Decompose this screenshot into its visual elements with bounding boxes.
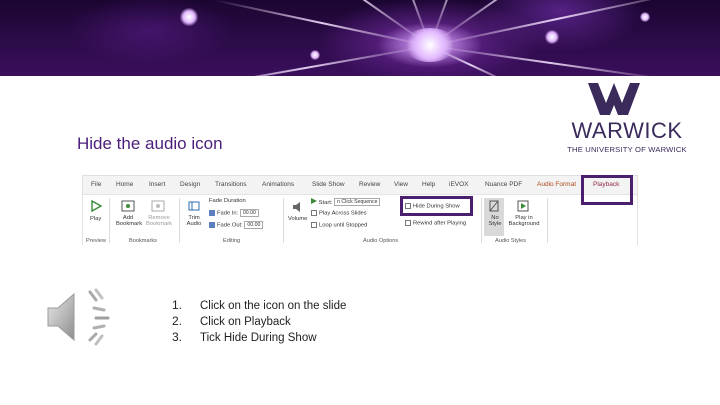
- fade-out-input[interactable]: 00.00: [244, 221, 264, 229]
- start-icon: [311, 198, 317, 204]
- ribbon-screenshot: File Home Insert Design Transitions Anim…: [82, 175, 638, 246]
- light-spot: [640, 12, 650, 22]
- tab-animations[interactable]: Animations: [262, 181, 294, 188]
- header-banner: [0, 0, 720, 76]
- fade-in-input[interactable]: 00.00: [239, 209, 259, 217]
- logo-wordmark: WARWICK: [571, 118, 683, 143]
- play-button-label[interactable]: Play: [90, 216, 101, 222]
- slide-title: Hide the audio icon: [77, 134, 223, 153]
- rewind-after-playing-checkbox[interactable]: Rewind after Playing: [405, 220, 466, 227]
- group-label-audio-options: Audio Options: [363, 238, 399, 244]
- light-flare: [404, 28, 456, 62]
- group-separator: [481, 198, 482, 243]
- tab-view[interactable]: View: [394, 181, 408, 188]
- tab-file[interactable]: File: [91, 181, 101, 188]
- remove-bookmark-button[interactable]: Remove Bookmark: [143, 215, 175, 227]
- light-ray: [183, 45, 431, 76]
- tab-ievox[interactable]: iEVOX: [449, 181, 469, 188]
- volume-icon[interactable]: [291, 200, 305, 214]
- tab-help[interactable]: Help: [422, 181, 435, 188]
- light-spot: [180, 8, 198, 26]
- group-label-bookmarks: Bookmarks: [129, 238, 157, 244]
- list-item: 3. Tick Hide During Show: [172, 330, 317, 344]
- group-label-preview: Preview: [86, 238, 106, 244]
- volume-button[interactable]: Volume: [288, 216, 307, 222]
- tab-audio-format[interactable]: Audio Format: [537, 181, 576, 188]
- group-separator: [547, 198, 548, 243]
- ribbon-tabs: File Home Insert Design Transitions Anim…: [83, 176, 637, 194]
- start-row: Start: n Click Sequence: [311, 198, 381, 207]
- tab-slide-show[interactable]: Slide Show: [312, 181, 345, 188]
- fade-out-row: Fade Out: 00.00: [209, 221, 264, 229]
- play-in-background-button[interactable]: Play in Background: [507, 215, 541, 227]
- list-item: 1. Click on the icon on the slide: [172, 298, 347, 312]
- play-across-slides-checkbox[interactable]: Play Across Slides: [311, 210, 367, 217]
- tab-design[interactable]: Design: [180, 181, 200, 188]
- playback-tab-highlight: [581, 175, 633, 205]
- light-spot: [545, 30, 559, 44]
- tab-insert[interactable]: Insert: [149, 181, 165, 188]
- warwick-logo-mark: [588, 83, 640, 115]
- no-style-icon[interactable]: [487, 199, 501, 213]
- add-bookmark-button[interactable]: Add Bookmark: [116, 215, 142, 227]
- trim-audio-icon[interactable]: [187, 199, 201, 213]
- light-spot: [310, 50, 320, 60]
- loop-until-stopped-checkbox[interactable]: Loop until Stopped: [311, 222, 367, 229]
- no-style-button[interactable]: No Style: [486, 215, 504, 227]
- trim-audio-button[interactable]: Trim Audio: [184, 215, 204, 227]
- ribbon-commands: Play Preview Add Bookmark Remove Bookmar…: [83, 194, 637, 246]
- fade-in-row: Fade In: 00.00: [209, 209, 259, 217]
- instruction-list: 1. Click on the icon on the slide 2. Click…: [172, 297, 346, 345]
- hide-during-show-highlight: [400, 196, 473, 216]
- fade-duration-label: Fade Duration: [209, 198, 246, 204]
- tab-nuance-pdf[interactable]: Nuance PDF: [485, 181, 522, 188]
- logo-subtitle: THE UNIVERSITY OF WARWICK: [567, 145, 687, 154]
- tab-home[interactable]: Home: [116, 181, 133, 188]
- group-label-editing: Editing: [223, 238, 241, 244]
- remove-bookmark-icon[interactable]: [151, 199, 165, 213]
- play-icon[interactable]: [89, 199, 103, 213]
- start-dropdown[interactable]: n Click Sequence: [334, 198, 381, 207]
- group-separator: [283, 198, 284, 243]
- group-separator: [109, 198, 110, 243]
- play-in-background-icon[interactable]: [516, 199, 530, 213]
- speaker-icon[interactable]: [44, 286, 114, 348]
- tab-review[interactable]: Review: [359, 181, 380, 188]
- tab-transitions[interactable]: Transitions: [215, 181, 247, 188]
- list-item: 2. Click on Playback: [172, 314, 291, 328]
- group-separator: [179, 198, 180, 243]
- group-label-audio-styles: Audio Styles: [495, 238, 527, 244]
- add-bookmark-icon[interactable]: [121, 199, 135, 213]
